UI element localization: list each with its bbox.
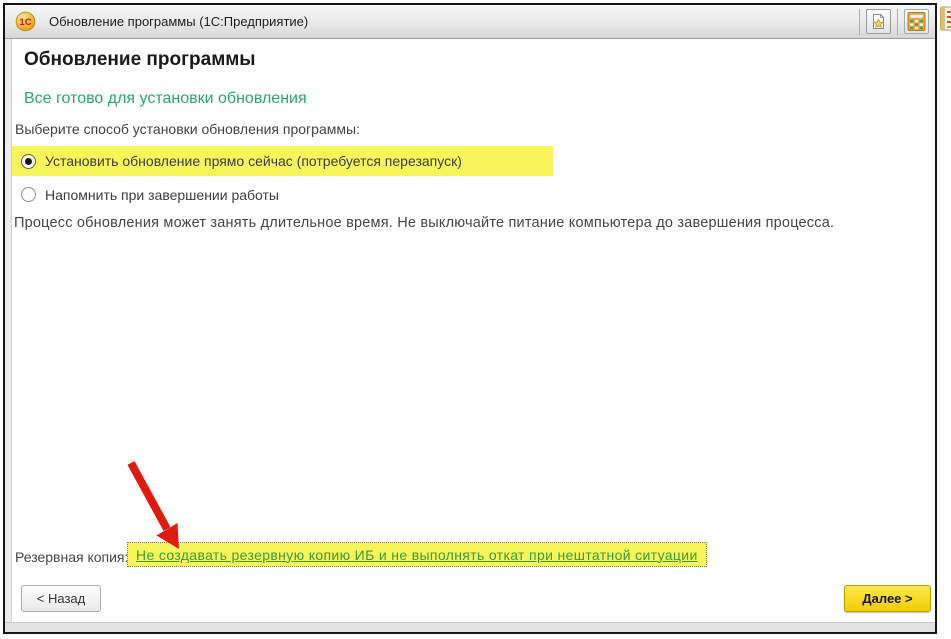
update-duration-warning: Процесс обновления может занять длительн…	[14, 215, 834, 231]
option-install-now[interactable]: Установить обновление прямо сейчас (потр…	[12, 146, 553, 176]
back-button[interactable]: < Назад	[21, 585, 101, 612]
backup-link-box[interactable]: Не создавать резервную копию ИБ и не вып…	[127, 542, 707, 567]
window-title: Обновление программы (1С:Предприятие)	[49, 14, 853, 29]
window-bottom-strip	[5, 622, 935, 632]
option-remind-on-exit-label: Напомнить при завершении работы	[45, 187, 279, 203]
favorites-star-icon[interactable]	[866, 9, 891, 34]
1c-logo-icon: 1С	[15, 11, 36, 32]
option-install-now-label: Установить обновление прямо сейчас (потр…	[45, 153, 462, 169]
radio-selected-icon[interactable]	[21, 154, 36, 169]
window-titlebar: 1С Обновление программы (1С:Предприятие)	[5, 5, 935, 39]
titlebar-separator	[859, 9, 860, 35]
option-remind-on-exit[interactable]: Напомнить при завершении работы	[12, 181, 288, 208]
radio-unselected-icon[interactable]	[21, 187, 36, 202]
screen: 1С Обновление программы (1С:Предприятие)	[0, 0, 951, 639]
backup-copy-label: Резервная копия:	[15, 549, 128, 565]
update-wizard-window: 1С Обновление программы (1С:Предприятие)	[3, 3, 937, 634]
titlebar-separator	[897, 9, 898, 35]
page-title: Обновление программы	[24, 49, 256, 71]
next-button[interactable]: Далее >	[844, 585, 931, 612]
choose-method-label: Выберите способ установки обновления про…	[15, 121, 360, 137]
status-heading: Все готово для установки обновления	[24, 90, 307, 108]
wizard-content: Обновление программы Все готово для уста…	[5, 39, 935, 622]
cropped-background-icon	[940, 6, 951, 32]
svg-text:1С: 1С	[19, 17, 31, 28]
backup-link[interactable]: Не создавать резервную копию ИБ и не вып…	[136, 547, 698, 563]
calculator-icon[interactable]	[904, 9, 929, 34]
